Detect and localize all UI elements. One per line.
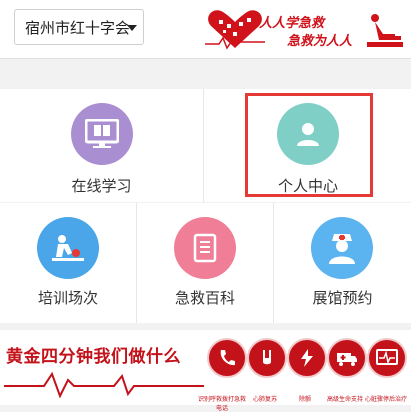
- feature-grid-row-1: 在线学习 个人中心: [0, 89, 411, 202]
- personal-center-label: 个人中心: [277, 177, 338, 195]
- banner-caption-5: 心脏骤停后治疗: [364, 396, 407, 403]
- organization-select-value: 宿州市红十字会: [25, 18, 131, 37]
- cpr-pictogram-icon: [367, 14, 403, 47]
- training-sessions-tile[interactable]: 培训场次: [0, 203, 137, 323]
- heart-logo-icon: [205, 10, 265, 50]
- personal-center-tile[interactable]: 个人中心: [205, 89, 411, 202]
- app-header: 宿州市红十字会 人人学急救 急救为人人: [0, 0, 411, 59]
- training-sessions-label: 培训场次: [37, 289, 98, 307]
- banner-title: 黄金四分钟我们做什么: [6, 347, 181, 367]
- document-icon: [174, 217, 236, 279]
- online-learning-label: 在线学习: [71, 177, 132, 195]
- online-learning-tile[interactable]: 在线学习: [0, 89, 204, 202]
- book-screen-icon: [71, 103, 133, 165]
- defibrillator-icon: [287, 338, 327, 378]
- golden-four-minutes-banner[interactable]: 黄金四分钟我们做什么 识别呼救拨打急救电话 心肺复苏 除颤 高级生命支持 心脏骤…: [0, 330, 411, 412]
- chevron-down-icon: [127, 25, 137, 31]
- first-aid-wiki-label: 急救百科: [174, 289, 235, 307]
- nurse-icon: [311, 217, 373, 279]
- user-icon: [277, 103, 339, 165]
- organization-select[interactable]: 宿州市红十字会: [14, 9, 144, 45]
- ecg-monitor-icon: [367, 338, 407, 378]
- slogan-line-2: 急救为人人: [287, 34, 353, 49]
- exhibition-booking-label: 展馆预约: [312, 289, 373, 307]
- red-cross-slogan-banner: 人人学急救 急救为人人: [205, 8, 405, 52]
- first-aid-wiki-tile[interactable]: 急救百科: [137, 203, 274, 323]
- ambulance-icon: [327, 338, 367, 378]
- slogan-line-1: 人人学急救: [259, 16, 325, 31]
- cpr-person-icon: [37, 217, 99, 279]
- phone-icon: [207, 338, 247, 378]
- exhibition-booking-tile[interactable]: 展馆预约: [274, 203, 411, 323]
- feature-grid-row-2: 培训场次 急救百科 展馆预约: [0, 203, 411, 323]
- ecg-line-icon: [4, 371, 204, 398]
- hands-icon: [247, 338, 287, 378]
